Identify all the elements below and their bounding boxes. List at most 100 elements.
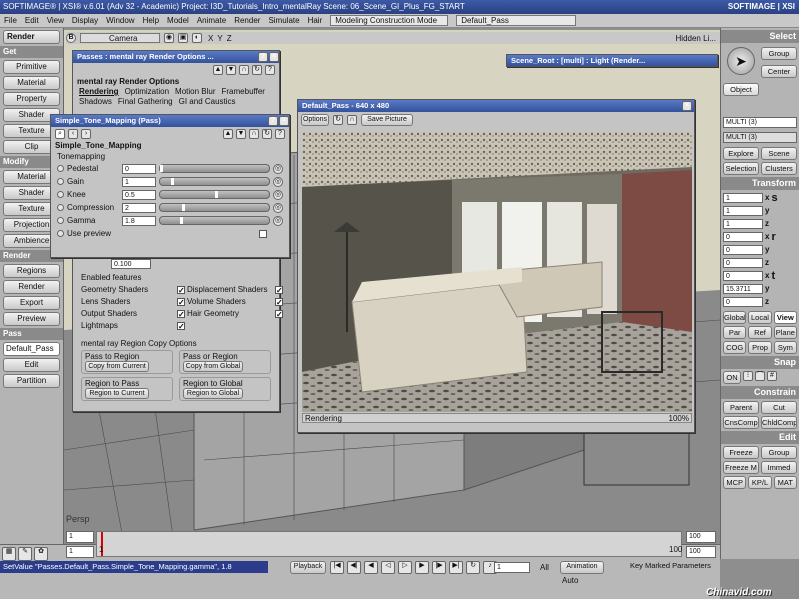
checkbox-output-shaders[interactable]: ✓ [177, 309, 185, 318]
translation-x-field[interactable]: 0 [723, 270, 763, 281]
tab-gi-caustics[interactable]: GI and Caustics [179, 97, 236, 107]
render-render-button[interactable]: Render [3, 280, 60, 294]
help-icon[interactable]: ? [268, 116, 278, 126]
param-value-field[interactable]: 2 [122, 202, 156, 213]
tone-section-header[interactable]: Simple_Tone_Mapping [51, 141, 289, 152]
timeline-start-field[interactable]: 1 [66, 531, 94, 543]
axis-z-label[interactable]: Z [227, 34, 232, 43]
global-button[interactable]: Global [723, 311, 747, 324]
connect-icon[interactable]: ◎ [273, 176, 283, 187]
camera-dropdown[interactable]: Camera [80, 33, 160, 43]
animation-dot-icon[interactable] [57, 217, 64, 224]
menu-view[interactable]: View [47, 16, 64, 25]
lock-icon[interactable]: ∩ [347, 115, 357, 125]
par-button[interactable]: Par [723, 326, 747, 339]
copy-from-global-button[interactable]: Copy from Global [183, 361, 243, 372]
param-value-field[interactable]: 1.8 [122, 215, 156, 226]
snap-curve-icon[interactable]: ⌒ [755, 371, 765, 381]
explore-button[interactable]: Explore [723, 147, 759, 160]
get-material-button[interactable]: Material [3, 76, 60, 90]
refresh-icon[interactable]: ↻ [262, 129, 272, 139]
next-key-icon[interactable]: |▶ [432, 561, 446, 574]
preset-save-icon[interactable]: ▼ [236, 129, 246, 139]
eye-icon[interactable]: ◉ [164, 33, 174, 43]
pass-edit-button[interactable]: Edit [3, 358, 60, 372]
magnify-icon[interactable]: ⌕ [55, 129, 65, 139]
step-back-icon[interactable]: ◀ [364, 561, 378, 574]
key-marked-parameters[interactable]: Key Marked Parameters [630, 561, 711, 570]
copy-from-current-button[interactable]: Copy from Current [85, 361, 149, 372]
scene-root-window[interactable]: Scene_Root : [multi] : Light (Render... [506, 54, 718, 67]
translation-y-field[interactable]: 15.3711 [723, 283, 763, 294]
viewport-letter[interactable]: B [66, 33, 76, 43]
help-doc-icon[interactable]: ? [275, 129, 285, 139]
rotation-label[interactable]: r [771, 231, 775, 243]
close-icon[interactable]: × [279, 116, 289, 126]
rotation-z-field[interactable]: 0 [723, 257, 763, 268]
sym-button[interactable]: Sym [773, 341, 797, 354]
lock-icon[interactable]: ∩ [239, 65, 249, 75]
pass-select-dropdown[interactable]: Default_Pass [3, 342, 60, 356]
immed-button[interactable]: Immed [761, 461, 797, 474]
preset-load-icon[interactable]: ▲ [223, 129, 233, 139]
pass-dropdown[interactable]: Default_Pass [456, 15, 577, 26]
freeze-group-button[interactable]: Group [761, 446, 797, 459]
menu-file[interactable]: File [4, 16, 17, 25]
playback-button[interactable]: Playback [290, 561, 326, 574]
y-axis-label[interactable]: y [765, 284, 769, 293]
scale-x-field[interactable]: 1 [723, 192, 763, 203]
childcomp-button[interactable]: ChldComp [761, 416, 797, 429]
region-to-current-button[interactable]: Region to Current [85, 388, 149, 399]
slider-knob[interactable] [179, 217, 183, 224]
lock-icon[interactable]: ∩ [249, 129, 259, 139]
param-slider[interactable] [159, 190, 270, 199]
selection-field-1[interactable]: MULTI (3) [723, 117, 797, 128]
scale-label[interactable]: s [771, 192, 777, 204]
cog-button[interactable]: COG [723, 341, 747, 354]
param-slider[interactable] [159, 203, 270, 212]
animation-dot-icon[interactable] [57, 204, 64, 211]
render-region-icon[interactable]: ▣ [178, 33, 188, 43]
z-axis-label[interactable]: z [765, 219, 769, 228]
brush-icon[interactable]: ✎ [18, 547, 32, 561]
selection-button[interactable]: Selection [723, 162, 759, 175]
render-preview-button[interactable]: Preview [3, 312, 60, 326]
select-object-button[interactable]: Object [723, 83, 759, 96]
tab-rendering[interactable]: Rendering [79, 87, 119, 97]
render-export-button[interactable]: Export [3, 296, 60, 310]
scale-z-field[interactable]: 1 [723, 218, 763, 229]
translation-label[interactable]: t [771, 270, 775, 282]
rotation-x-field[interactable]: 0 [723, 231, 763, 242]
connect-icon[interactable]: ◎ [273, 215, 283, 226]
preset-save-icon[interactable]: ▼ [226, 65, 236, 75]
mat-button[interactable]: MAT [773, 476, 797, 489]
param-value-field[interactable]: 1 [122, 176, 156, 187]
get-primitive-button[interactable]: Primitive [3, 60, 60, 74]
menu-hair[interactable]: Hair [308, 16, 323, 25]
tab-shadows[interactable]: Shadows [79, 97, 112, 107]
render-window-title[interactable]: Default_Pass - 640 x 480 × [298, 100, 694, 112]
slider-knob[interactable] [214, 191, 218, 198]
ref-button[interactable]: Ref [748, 326, 772, 339]
param-slider[interactable] [159, 216, 270, 225]
animation-dot-icon[interactable] [57, 165, 64, 172]
x-axis-label[interactable]: x [765, 193, 769, 202]
palette-icon[interactable]: ✿ [34, 547, 48, 561]
cnscomp-button[interactable]: CnsComp [723, 416, 759, 429]
all-label[interactable]: All [540, 563, 549, 572]
menu-help[interactable]: Help [143, 16, 159, 25]
z-axis-label[interactable]: z [765, 297, 769, 306]
shading-icon[interactable]: ◐ [192, 33, 202, 43]
menu-render[interactable]: Render [234, 16, 260, 25]
go-start-icon[interactable]: |◀ [330, 561, 344, 574]
param-value-field[interactable]: 0 [122, 163, 156, 174]
checkbox-geometry-shaders[interactable]: ✓ [177, 285, 185, 294]
scale-y-field[interactable]: 1 [723, 205, 763, 216]
slider-knob[interactable] [170, 178, 174, 185]
construction-mode-dropdown[interactable]: Modeling Construction Mode [330, 15, 449, 26]
pass-partition-button[interactable]: Partition [3, 374, 60, 388]
refresh-icon[interactable]: ↻ [252, 65, 262, 75]
menu-model[interactable]: Model [167, 16, 189, 25]
translation-z-field[interactable]: 0 [723, 296, 763, 307]
animation-button[interactable]: Animation [560, 561, 604, 574]
